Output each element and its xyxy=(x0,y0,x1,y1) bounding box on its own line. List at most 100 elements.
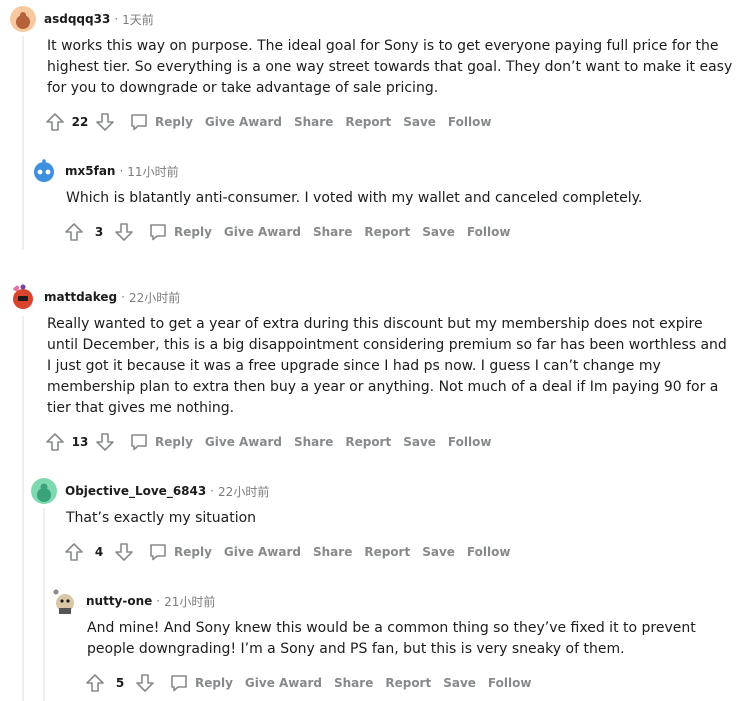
separator-dot: · xyxy=(119,164,124,178)
username[interactable]: nutty-one xyxy=(86,594,152,608)
vote-count: 4 xyxy=(94,545,104,559)
downvote-icon xyxy=(96,433,114,451)
downvote-icon xyxy=(136,674,154,692)
comment-actions: 13 Reply Give Award Share Report Save Fo… xyxy=(43,430,491,454)
follow-button[interactable]: Follow xyxy=(467,225,511,239)
upvote-button[interactable] xyxy=(83,671,107,695)
give-award-button[interactable]: Give Award xyxy=(224,545,301,559)
report-button[interactable]: Report xyxy=(385,676,431,690)
upvote-button[interactable] xyxy=(62,220,86,244)
avatar[interactable] xyxy=(10,284,36,310)
reply-label: Reply xyxy=(155,115,193,129)
downvote-button[interactable] xyxy=(112,220,136,244)
downvote-icon xyxy=(96,113,114,131)
comment-header: mx5fan · 11小时前 xyxy=(31,158,179,184)
reply-button[interactable]: Reply xyxy=(148,542,212,562)
upvote-icon xyxy=(65,223,83,241)
give-award-button[interactable]: Give Award xyxy=(205,115,282,129)
reply-button[interactable]: Reply xyxy=(169,673,233,693)
timestamp[interactable]: 1天前 xyxy=(122,11,154,28)
comment-actions: 5 Reply Give Award Share Report Save Fol… xyxy=(83,671,531,695)
reply-label: Reply xyxy=(155,435,193,449)
share-button[interactable]: Share xyxy=(294,435,333,449)
comment-header: asdqqq33 · 1天前 xyxy=(10,6,154,32)
username[interactable]: asdqqq33 xyxy=(44,12,110,26)
give-award-button[interactable]: Give Award xyxy=(245,676,322,690)
timestamp[interactable]: 21小时前 xyxy=(164,593,215,610)
share-button[interactable]: Share xyxy=(313,545,352,559)
downvote-icon xyxy=(115,543,133,561)
vote-count: 13 xyxy=(71,435,89,449)
thread-line-3[interactable] xyxy=(22,316,24,701)
comment-body: Really wanted to get a year of extra dur… xyxy=(47,316,727,416)
follow-button[interactable]: Follow xyxy=(467,545,511,559)
upvote-button[interactable] xyxy=(43,430,67,454)
save-button[interactable]: Save xyxy=(422,545,455,559)
downvote-button[interactable] xyxy=(93,110,117,134)
give-award-button[interactable]: Give Award xyxy=(205,435,282,449)
thread-line-1[interactable] xyxy=(22,36,24,250)
give-award-button[interactable]: Give Award xyxy=(224,225,301,239)
avatar[interactable] xyxy=(31,158,57,184)
report-button[interactable]: Report xyxy=(345,115,391,129)
thread-line-4[interactable] xyxy=(43,508,45,701)
share-button[interactable]: Share xyxy=(313,225,352,239)
timestamp[interactable]: 22小时前 xyxy=(129,289,180,306)
follow-button[interactable]: Follow xyxy=(448,115,492,129)
save-button[interactable]: Save xyxy=(403,435,436,449)
reply-button[interactable]: Reply xyxy=(129,432,193,452)
vote-count: 22 xyxy=(71,115,89,129)
upvote-icon xyxy=(46,113,64,131)
username[interactable]: Objective_Love_6843 xyxy=(65,484,206,498)
downvote-button[interactable] xyxy=(93,430,117,454)
username[interactable]: mattdakeg xyxy=(44,290,117,304)
save-button[interactable]: Save xyxy=(443,676,476,690)
comment-actions: 4 Reply Give Award Share Report Save Fol… xyxy=(62,540,510,564)
reply-icon xyxy=(129,112,149,132)
comment-body: And mine! And Sony knew this would be a … xyxy=(87,620,696,657)
separator-dot: · xyxy=(121,290,125,304)
report-button[interactable]: Report xyxy=(345,435,391,449)
report-button[interactable]: Report xyxy=(364,545,410,559)
save-button[interactable]: Save xyxy=(403,115,436,129)
downvote-button[interactable] xyxy=(133,671,157,695)
share-button[interactable]: Share xyxy=(294,115,333,129)
upvote-button[interactable] xyxy=(62,540,86,564)
reply-icon xyxy=(169,673,189,693)
upvote-icon xyxy=(86,674,104,692)
avatar[interactable] xyxy=(31,478,57,504)
follow-button[interactable]: Follow xyxy=(448,435,492,449)
comment-header: mattdakeg · 22小时前 xyxy=(10,284,180,310)
reply-button[interactable]: Reply xyxy=(129,112,193,132)
reply-label: Reply xyxy=(195,676,233,690)
reply-icon xyxy=(148,222,168,242)
downvote-button[interactable] xyxy=(112,540,136,564)
comment-body: Which is blatantly anti-consumer. I vote… xyxy=(66,190,643,206)
separator-dot: · xyxy=(210,484,215,498)
report-button[interactable]: Report xyxy=(364,225,410,239)
avatar[interactable] xyxy=(10,6,36,32)
vote-count: 3 xyxy=(94,225,104,239)
timestamp[interactable]: 11小时前 xyxy=(127,163,178,180)
reply-button[interactable]: Reply xyxy=(148,222,212,242)
downvote-icon xyxy=(115,223,133,241)
reply-icon xyxy=(129,432,149,452)
upvote-icon xyxy=(65,543,83,561)
upvote-icon xyxy=(46,433,64,451)
share-button[interactable]: Share xyxy=(334,676,373,690)
upvote-button[interactable] xyxy=(43,110,67,134)
separator-dot: · xyxy=(114,12,119,26)
comment-header: Objective_Love_6843 · 22小时前 xyxy=(31,478,269,504)
comment-actions: 22 Reply Give Award Share Report Save Fo… xyxy=(43,110,491,134)
username[interactable]: mx5fan xyxy=(65,164,115,178)
comment-body: It works this way on purpose. The ideal … xyxy=(47,38,733,96)
save-button[interactable]: Save xyxy=(422,225,455,239)
reply-icon xyxy=(148,542,168,562)
reply-label: Reply xyxy=(174,225,212,239)
avatar[interactable] xyxy=(52,588,78,614)
follow-button[interactable]: Follow xyxy=(488,676,532,690)
reply-label: Reply xyxy=(174,545,212,559)
timestamp[interactable]: 22小时前 xyxy=(218,483,269,500)
comment-header: nutty-one · 21小时前 xyxy=(52,588,215,614)
comment-actions: 3 Reply Give Award Share Report Save Fol… xyxy=(62,220,510,244)
